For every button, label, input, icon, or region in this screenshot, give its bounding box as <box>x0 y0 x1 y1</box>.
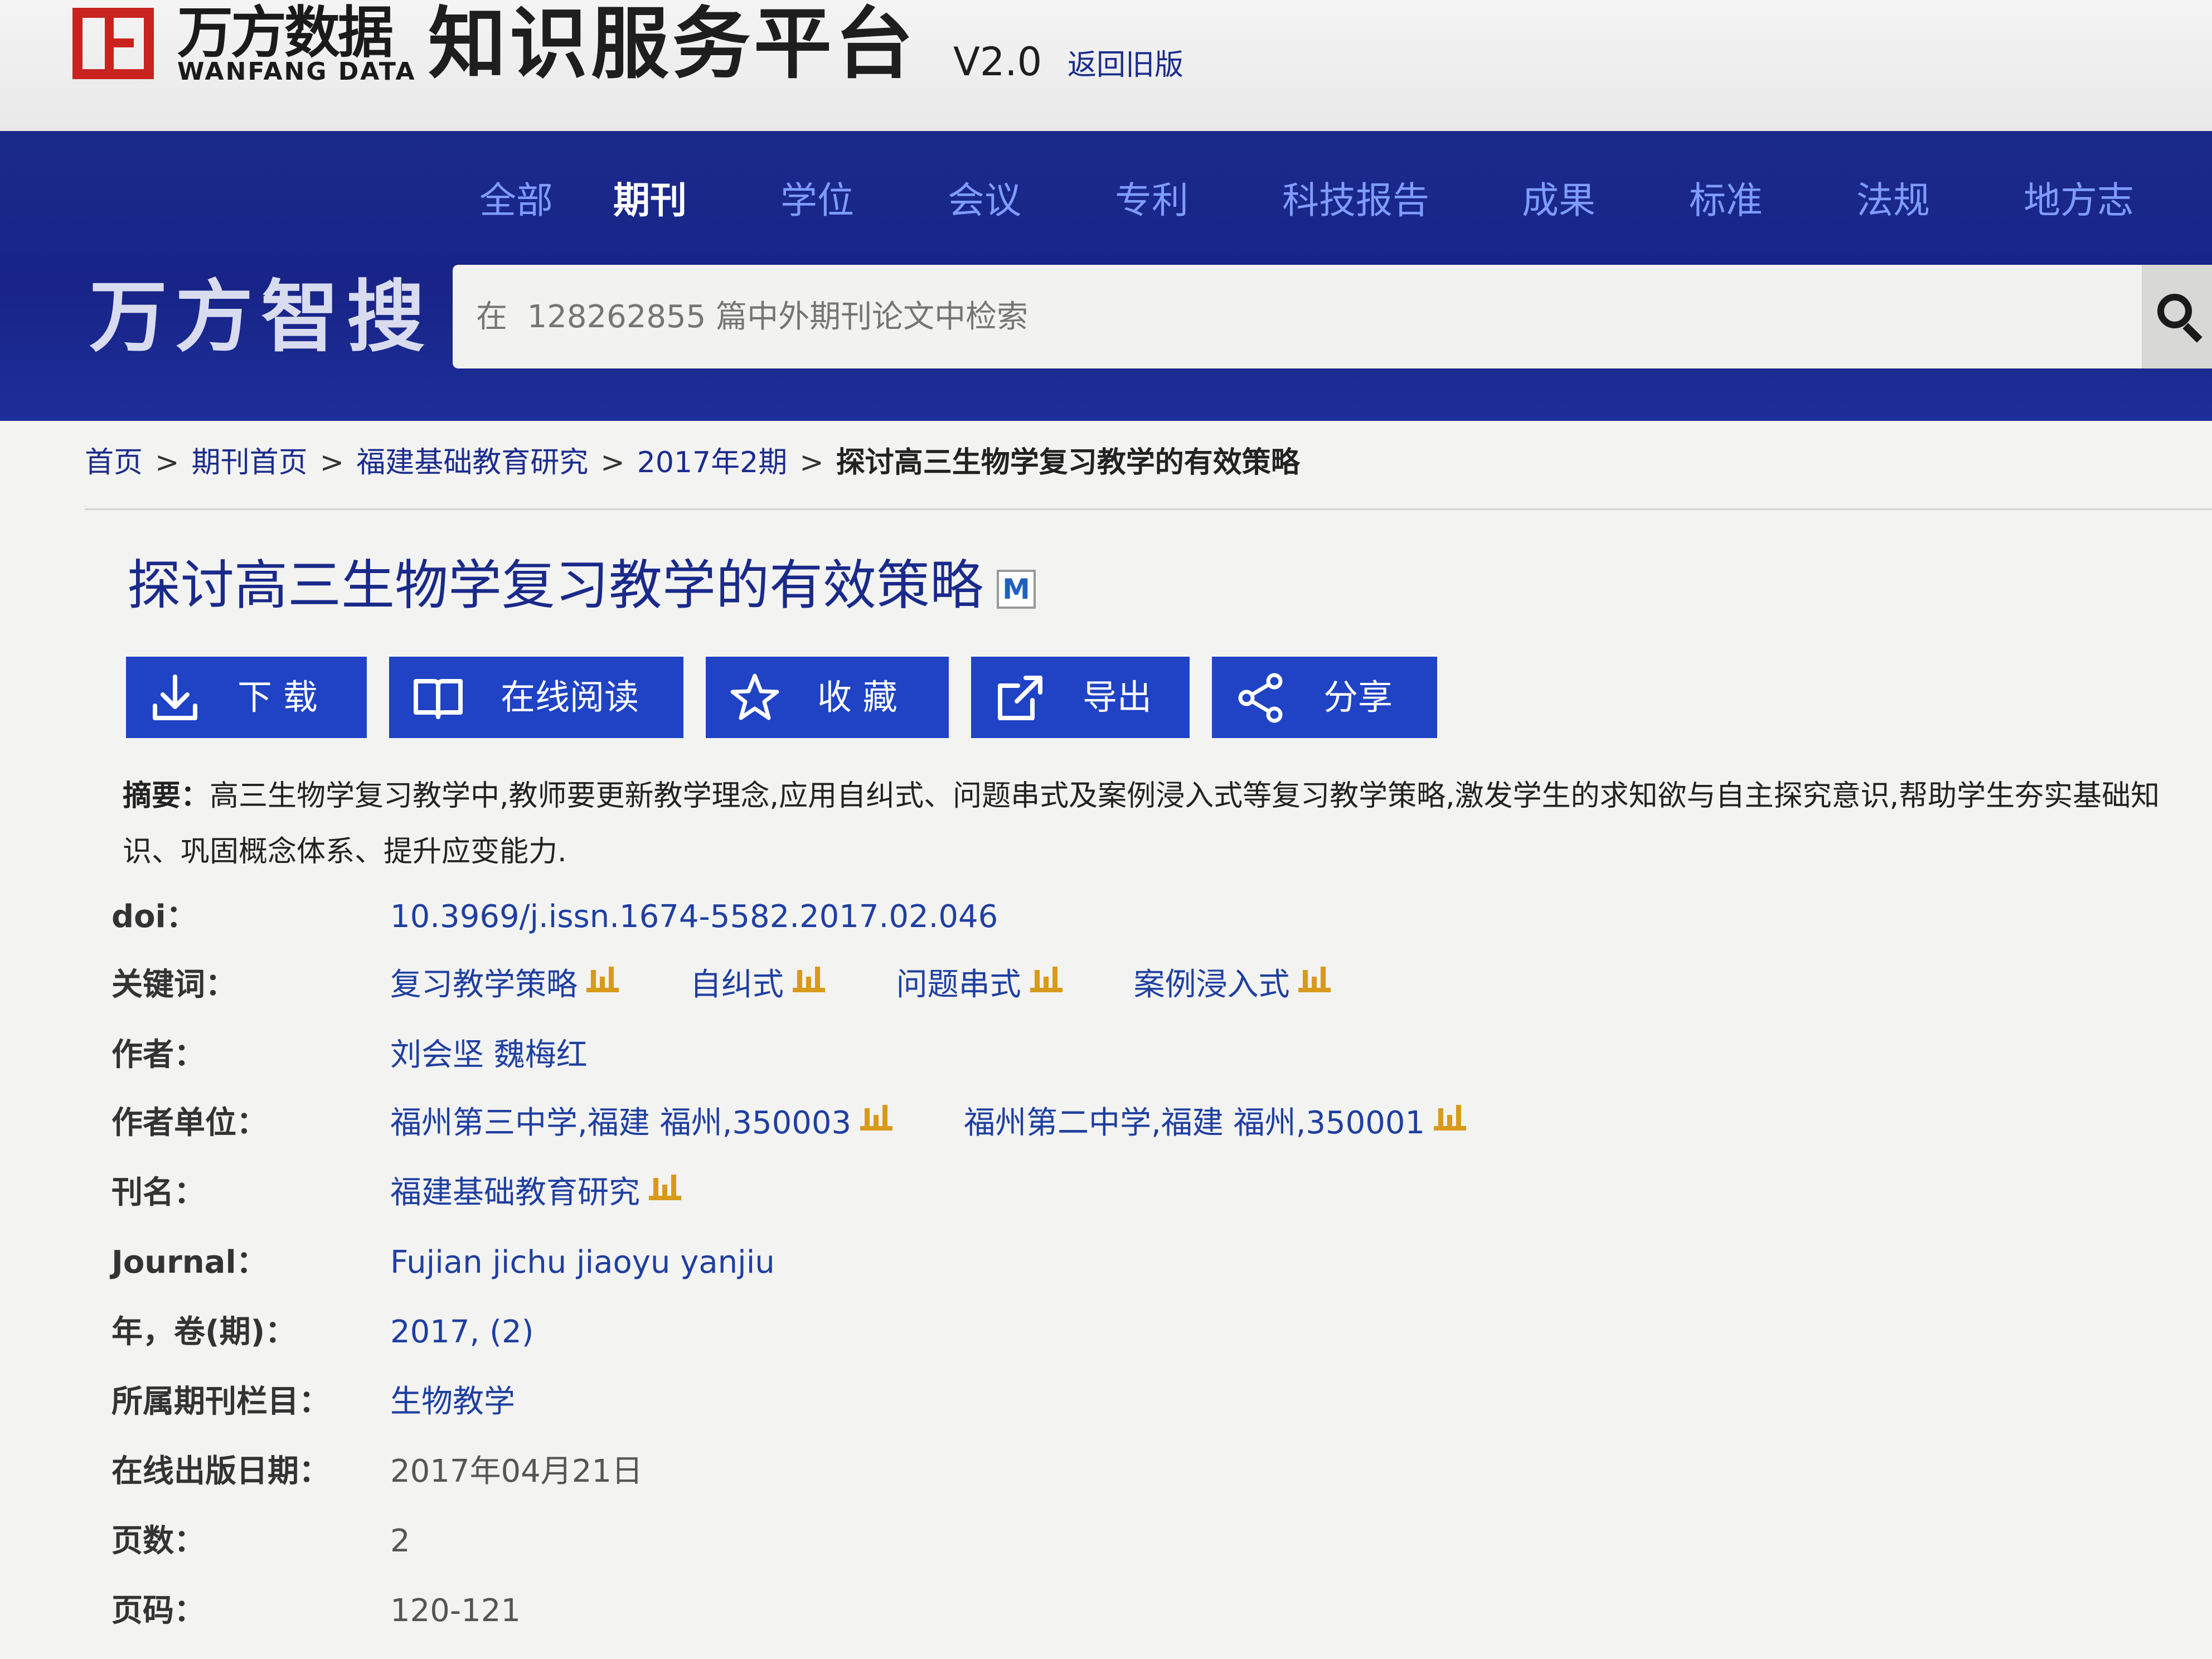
breadcrumb: 首页 > 期刊首页 > 福建基础教育研究 >2017年2期 > 探讨高三生物学复习教学的有效策… <box>85 440 1300 485</box>
stats-chart-icon[interactable] <box>860 1100 893 1131</box>
affiliations-list: 福州第三中学,福建 福州,350003 福州第二中学,福建 福州,350001 <box>390 1093 1527 1154</box>
metadata-badge-icon[interactable]: M <box>997 569 1036 609</box>
abstract-label: 摘要： <box>123 779 210 813</box>
stats-chart-icon[interactable] <box>1030 962 1063 992</box>
breadcrumb-current: 探讨高三生物学复习教学的有效策略 <box>836 446 1300 479</box>
breadcrumb-journal[interactable]: 福建基础教育研究 <box>356 446 588 479</box>
journal-en-link[interactable]: Fujian jichu jiaoyu yanjiu <box>390 1232 775 1293</box>
journal-en-label: Journal： <box>111 1244 268 1280</box>
affiliation-link[interactable]: 福州第三中学,福建 福州,350003 <box>390 1105 851 1141</box>
column-label: 所属期刊栏目： <box>111 1384 330 1420</box>
keyword-link[interactable]: 问题串式 <box>896 967 1021 1003</box>
nav-tab-patent[interactable]: 专利 <box>1115 170 1282 231</box>
breadcrumb-separator: > <box>155 446 180 479</box>
stats-chart-icon[interactable] <box>1434 1100 1467 1131</box>
pub-date-label: 在线出版日期： <box>111 1453 330 1490</box>
pub-date-value: 2017年04月21日 <box>390 1453 643 1490</box>
share-label: 分享 <box>1323 677 1393 717</box>
breadcrumb-issue[interactable]: 2017年2期 <box>637 446 787 479</box>
search-icon-handle <box>2182 323 2203 343</box>
search-header: 全部 期刊 学位 会议 专利 科技报告 成果 标准 法规 地方志 万方智搜 <box>0 131 2212 421</box>
journal-cn-link[interactable]: 福建基础教育研究 <box>390 1175 640 1211</box>
page-count-value: 2 <box>390 1523 410 1559</box>
page-title: 探讨高三生物学复习教学的有效策略 M <box>127 549 1036 622</box>
doi-link[interactable]: 10.3969/j.issn.1674-5582.2017.02.046 <box>390 886 998 948</box>
year-issue-link[interactable]: 2017, (2) <box>390 1302 533 1363</box>
keyword-link[interactable]: 自纠式 <box>690 967 784 1003</box>
nav-tab-law[interactable]: 法规 <box>1856 170 2024 231</box>
search-brand: 万方智搜 <box>89 272 433 363</box>
breadcrumb-separator: > <box>600 446 625 479</box>
doi-label: doi： <box>111 899 197 935</box>
logo-text-cn[interactable]: 万方数据 <box>177 2 394 64</box>
journal-cn-label: 刊名： <box>111 1175 205 1211</box>
platform-name: 知识服务平台 <box>428 0 917 90</box>
column-link[interactable]: 生物教学 <box>390 1371 515 1433</box>
export-icon <box>998 676 1042 720</box>
share-button[interactable]: 分享 <box>1212 657 1437 738</box>
article-title: 探讨高三生物学复习教学的有效策略 <box>127 554 983 617</box>
export-label: 导出 <box>1083 677 1152 717</box>
export-button[interactable]: 导出 <box>971 657 1190 738</box>
brand-bar: 万方数据 WANFANG DATA 知识服务平台 V2.0 返回旧版 <box>0 0 2212 131</box>
search-box <box>453 265 2142 370</box>
breadcrumb-home[interactable]: 首页 <box>85 446 143 479</box>
back-to-old-version-link[interactable]: 返回旧版 <box>1068 46 1183 85</box>
keyword-item: 问题串式 <box>896 954 1063 1016</box>
stats-chart-icon[interactable] <box>649 1170 681 1200</box>
stats-chart-icon[interactable] <box>586 962 619 992</box>
keywords-list: 复习教学策略 自纠式 问题串式 案例浸入式 <box>390 954 1392 1016</box>
page-range-value: 120-121 <box>390 1593 521 1629</box>
keyword-link[interactable]: 案例浸入式 <box>1133 967 1289 1003</box>
affiliations-label: 作者单位： <box>111 1105 268 1141</box>
read-online-button[interactable]: 在线阅读 <box>389 657 683 738</box>
favorite-label: 收 藏 <box>817 677 898 717</box>
wanfang-logo-icon[interactable] <box>72 8 154 79</box>
download-button[interactable]: 下 载 <box>126 657 367 738</box>
abstract-text: 高三生物学复习教学中,教师要更新教学理念,应用自纠式、问题串式及案例浸入式等复习… <box>123 779 2160 869</box>
affiliation-item: 福州第二中学,福建 福州,350001 <box>964 1093 1467 1154</box>
download-icon <box>153 675 197 720</box>
nav-tab-achievement[interactable]: 成果 <box>1522 170 1689 231</box>
nav-tab-all[interactable]: 全部 <box>479 170 613 231</box>
journal-cn-value: 福建基础教育研究 <box>390 1162 681 1224</box>
nav-tab-standard[interactable]: 标准 <box>1689 170 1856 231</box>
nav-tab-local-chronicle[interactable]: 地方志 <box>2024 170 2157 231</box>
breadcrumb-separator: > <box>319 446 345 479</box>
book-icon <box>414 679 463 719</box>
affiliation-link[interactable]: 福州第二中学,福建 福州,350001 <box>964 1105 1425 1141</box>
authors-link[interactable]: 刘会坚 魏梅红 <box>390 1025 588 1086</box>
logo-text-en[interactable]: WANFANG DATA <box>177 58 416 86</box>
affiliation-item: 福州第三中学,福建 福州,350003 <box>390 1093 893 1154</box>
stats-chart-icon[interactable] <box>792 962 825 992</box>
keyword-item: 自纠式 <box>690 954 825 1016</box>
nav-tab-tech-report[interactable]: 科技报告 <box>1282 170 1522 231</box>
nav-tab-degree[interactable]: 学位 <box>780 170 948 231</box>
page-range-label: 页码： <box>111 1593 205 1629</box>
star-icon <box>730 673 779 720</box>
keyword-link[interactable]: 复习教学策略 <box>390 967 578 1003</box>
read-online-label: 在线阅读 <box>501 677 639 717</box>
abstract: 摘要：高三生物学复习教学中,教师要更新教学理念,应用自纠式、问题串式及案例浸入式… <box>123 768 2185 880</box>
download-label: 下 载 <box>237 677 318 717</box>
authors-label: 作者： <box>111 1037 205 1073</box>
share-icon <box>1238 673 1283 723</box>
breadcrumb-journal-home[interactable]: 期刊首页 <box>192 446 308 479</box>
nav-tab-journal[interactable]: 期刊 <box>613 170 780 231</box>
breadcrumb-separator: > <box>799 446 824 479</box>
year-issue-label: 年，卷(期)： <box>111 1314 297 1350</box>
search-input[interactable] <box>475 265 2094 370</box>
version-label: V2.0 <box>953 39 1042 85</box>
search-icon <box>2157 294 2192 328</box>
page-count-label: 页数： <box>111 1523 205 1559</box>
keyword-item: 复习教学策略 <box>390 954 619 1016</box>
nav-tab-conference[interactable]: 会议 <box>948 170 1115 231</box>
stats-chart-icon[interactable] <box>1298 962 1331 992</box>
favorite-button[interactable]: 收 藏 <box>706 657 949 738</box>
keywords-label: 关键词： <box>111 967 236 1003</box>
category-nav: 全部 期刊 学位 会议 专利 科技报告 成果 标准 法规 地方志 <box>479 170 2157 231</box>
keyword-item: 案例浸入式 <box>1133 954 1331 1016</box>
divider <box>85 508 2212 510</box>
search-button[interactable] <box>2142 265 2212 368</box>
